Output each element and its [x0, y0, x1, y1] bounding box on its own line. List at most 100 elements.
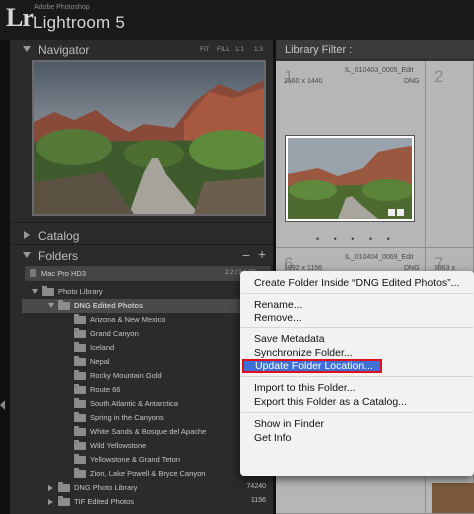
folder-icon	[74, 328, 86, 338]
folder-label: Grand Canyon	[90, 329, 139, 338]
menu-separator	[241, 293, 473, 294]
folder-icon	[74, 384, 86, 394]
lightroom-logo: Lr	[6, 3, 34, 32]
folder-icon	[74, 356, 86, 366]
left-panel-toggle-icon[interactable]	[0, 400, 5, 410]
folder-label: Spring in the Canyons	[90, 413, 164, 422]
menu-separator	[241, 327, 473, 328]
cell-dimensions: 2160 x 1440	[284, 78, 323, 85]
folder-icon	[74, 412, 86, 422]
zoom-1-3[interactable]: 1:3	[254, 46, 263, 53]
menu-item[interactable]: Create Folder Inside “DNG Edited Photos”…	[240, 276, 474, 290]
folder-label: DNG Edited Photos	[74, 301, 144, 310]
subfolder-item[interactable]: Arizona & New Mexico	[22, 313, 272, 327]
title-bar: Lr Adobe Photoshop Lightroom 5	[0, 0, 474, 40]
catalog-header[interactable]: Catalog	[10, 226, 274, 246]
subfolder-item[interactable]: Nepal	[22, 355, 272, 369]
cell-index: 2	[434, 67, 444, 86]
subfolder-item[interactable]: Route 66	[22, 383, 272, 397]
folder-label: Arizona & New Mexico	[90, 315, 166, 324]
folder-count: 74240	[246, 483, 266, 490]
vendor-label: Adobe Photoshop	[34, 4, 90, 11]
folder-icon	[74, 426, 86, 436]
zoom-fill[interactable]: FILL	[217, 46, 230, 53]
folder-icon	[74, 468, 86, 478]
folders-header[interactable]: Folders − +	[10, 246, 274, 266]
landscape-photo-icon	[34, 62, 264, 214]
subfolder-item[interactable]: White Sands & Bosque del Apache	[22, 425, 272, 439]
volume-header[interactable]: Mac Pro HD3 2.2 / 3.6 TB	[25, 266, 271, 281]
menu-item[interactable]: Export this Folder as a Catalog...	[240, 395, 474, 409]
menu-item[interactable]: Synchronize Folder...	[240, 346, 474, 360]
menu-item[interactable]: Save Metadata	[240, 332, 474, 346]
menu-separator	[241, 376, 473, 377]
menu-item[interactable]: Show in Finder	[240, 417, 474, 431]
panel-divider	[10, 222, 274, 223]
folder-label: Iceland	[90, 343, 115, 352]
folder-context-menu: Create Folder Inside “DNG Edited Photos”…	[240, 271, 474, 476]
add-folder-button[interactable]: +	[258, 246, 266, 262]
folder-item[interactable]: TIF Edited Photos 1156	[22, 495, 272, 509]
folder-label: Nepal	[90, 357, 110, 366]
subfolder-item[interactable]: Wild Yellowstone	[22, 439, 272, 453]
folder-icon	[58, 300, 70, 310]
folder-item[interactable]: Photo Library76552	[22, 285, 272, 299]
volume-name: Mac Pro HD3	[41, 269, 87, 278]
menu-item[interactable]: Remove...	[240, 311, 474, 325]
drive-status-icon	[30, 269, 36, 277]
folder-icon	[58, 482, 70, 492]
collapse-triangle-icon	[23, 46, 31, 52]
subfolder-item[interactable]: Yellowstone & Grand Teton	[22, 453, 272, 467]
collapse-triangle-icon	[23, 252, 31, 258]
folder-label: Rocky Mountain Gold	[90, 371, 162, 380]
grid-cell[interactable]: 2	[426, 61, 474, 248]
menu-item[interactable]: Get Info	[240, 431, 474, 445]
subfolder-item[interactable]: South Atlantic & Antarctica	[22, 397, 272, 411]
folder-icon	[58, 496, 70, 506]
folder-icon	[74, 370, 86, 380]
folder-label: Route 66	[90, 385, 121, 394]
menu-item[interactable]: Rename...	[240, 298, 474, 312]
folders-title: Folders	[38, 249, 79, 263]
folder-icon	[74, 440, 86, 450]
zoom-1-1[interactable]: 1:1	[235, 46, 244, 53]
subfolder-item[interactable]: Spring in the Canyons	[22, 411, 272, 425]
catalog-title: Catalog	[38, 229, 80, 243]
menu-item[interactable]: Import to this Folder...	[240, 381, 474, 395]
subfolder-item[interactable]: Rocky Mountain Gold	[22, 369, 272, 383]
menu-item-update-folder-location[interactable]: Update Folder Location...	[242, 359, 382, 373]
cell-filename: IL_010403_0005_Edit	[345, 67, 414, 74]
grid-cell[interactable]: 1 IL_010403_0005_Edit 2160 x 1440 DNG • …	[276, 61, 426, 248]
navigator-preview-image[interactable]	[32, 60, 266, 216]
cell-dots: • • • • •	[316, 234, 396, 244]
folder-icon	[74, 314, 86, 324]
folder-label: South Atlantic & Antarctica	[90, 399, 178, 408]
folder-icon	[42, 286, 54, 296]
folder-label: Yellowstone & Grand Teton	[90, 455, 181, 464]
folder-label: DNG Photo Library	[74, 483, 138, 492]
remove-folder-button[interactable]: −	[242, 247, 250, 263]
folder-label: Wild Yellowstone	[90, 441, 147, 450]
folder-item[interactable]: DNG Edited Photos	[22, 299, 272, 313]
disclosure-open-icon[interactable]	[32, 289, 38, 294]
zoom-fit[interactable]: FIT	[200, 46, 210, 53]
thumbnail-image[interactable]	[432, 483, 474, 513]
navigator-header[interactable]: Navigator FIT FILL 1:1 1:3	[10, 40, 274, 60]
disclosure-closed-icon[interactable]	[48, 485, 53, 491]
library-filter-bar[interactable]: Library Filter :	[276, 40, 474, 60]
subfolder-item[interactable]: Zion, Lake Powell & Bryce Canyon	[22, 467, 272, 481]
folder-label: TIF Edited Photos	[74, 497, 135, 506]
navigator-title: Navigator	[38, 43, 90, 57]
subfolder-item[interactable]: Iceland	[22, 341, 272, 355]
subfolder-item[interactable]: Grand Canyon	[22, 327, 272, 341]
disclosure-closed-icon[interactable]	[48, 499, 53, 505]
folder-label: White Sands & Bosque del Apache	[90, 427, 207, 436]
lightroom-window: Lr Adobe Photoshop Lightroom 5 Navigator…	[0, 0, 474, 514]
panel-divider	[10, 244, 274, 245]
folder-label: Photo Library	[58, 287, 103, 296]
folder-item[interactable]: DNG Photo Library 74240	[22, 481, 272, 495]
folder-label: Zion, Lake Powell & Bryce Canyon	[90, 469, 206, 478]
thumbnail-image[interactable]	[286, 136, 414, 221]
folder-icon	[74, 454, 86, 464]
disclosure-open-icon[interactable]	[48, 303, 54, 308]
